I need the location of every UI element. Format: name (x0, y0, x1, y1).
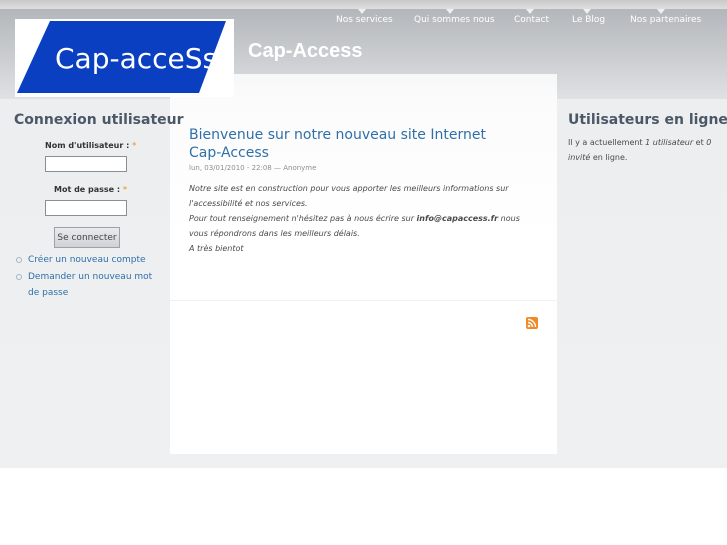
online-text: Il y a actuellement (568, 138, 646, 147)
rss-feed-icon[interactable] (526, 317, 538, 329)
nav-item-contact[interactable]: Contact (514, 15, 549, 25)
required-mark: * (132, 141, 137, 150)
post-meta: lun, 03/01/2010 - 22:08 — Anonyme (189, 164, 317, 172)
login-links: Créer un nouveau compte Demander un nouv… (14, 252, 166, 301)
post-title[interactable]: Bienvenue sur notre nouveau site Interne… (189, 126, 509, 162)
online-text: et (693, 138, 707, 147)
main-nav: Nos services Qui sommes nous Contact Le … (0, 9, 727, 39)
post-paragraph-3: A très bientot (189, 244, 244, 253)
nav-pointer-icon (583, 9, 591, 14)
nav-pointer-icon (358, 9, 366, 14)
nav-pointer-icon (657, 9, 665, 14)
bullet-icon (16, 257, 22, 263)
content-tab (234, 74, 557, 98)
nav-item-partners[interactable]: Nos partenaires (630, 15, 701, 25)
nav-item-about[interactable]: Qui sommes nous (414, 15, 495, 25)
login-button[interactable]: Se connecter (54, 227, 120, 248)
post-paragraph-1: Notre site est en construction pour vous… (189, 184, 509, 208)
login-block: Connexion utilisateur (14, 112, 184, 128)
online-users-block: Utilisateurs en ligne (568, 112, 727, 128)
bullet-icon (16, 274, 22, 280)
top-strip (0, 0, 727, 9)
online-text: en ligne. (590, 153, 628, 162)
username-label-text: Nom d'utilisateur : (45, 141, 130, 150)
reset-password-link[interactable]: Demander un nouveau mot de passe (14, 269, 166, 301)
online-users-count: 1 utilisateur (645, 138, 694, 147)
reset-password-link-text[interactable]: Demander un nouveau mot de passe (28, 272, 152, 298)
password-label: Mot de passe : * (54, 185, 127, 194)
online-users-title: Utilisateurs en ligne (568, 112, 727, 128)
content-divider (170, 300, 557, 301)
nav-pointer-icon (526, 9, 534, 14)
nav-item-services[interactable]: Nos services (336, 15, 393, 25)
create-account-link-text[interactable]: Créer un nouveau compte (28, 255, 146, 265)
required-mark: * (122, 185, 128, 194)
nav-pointer-icon (446, 9, 454, 14)
post-text: Pour tout renseignement n'hésitez pas à … (189, 214, 417, 223)
username-label: Nom d'utilisateur : * (45, 141, 136, 150)
post-body: Notre site est en construction pour vous… (189, 181, 529, 256)
login-block-title: Connexion utilisateur (14, 112, 184, 128)
nav-item-blog[interactable]: Le Blog (572, 15, 605, 25)
contact-email: info@capaccess.fr (416, 214, 499, 223)
site-name[interactable]: Cap-Access (248, 40, 363, 63)
post-paragraph-2: Pour tout renseignement n'hésitez pas à … (189, 211, 529, 241)
create-account-link[interactable]: Créer un nouveau compte (14, 252, 166, 268)
password-input[interactable] (45, 200, 127, 216)
online-users-text: Il y a actuellement 1 utilisateur et 0 i… (568, 135, 718, 165)
username-input[interactable] (45, 156, 127, 172)
logo-text: Cap-acceSs (55, 42, 217, 75)
password-label-text: Mot de passe : (54, 185, 121, 194)
